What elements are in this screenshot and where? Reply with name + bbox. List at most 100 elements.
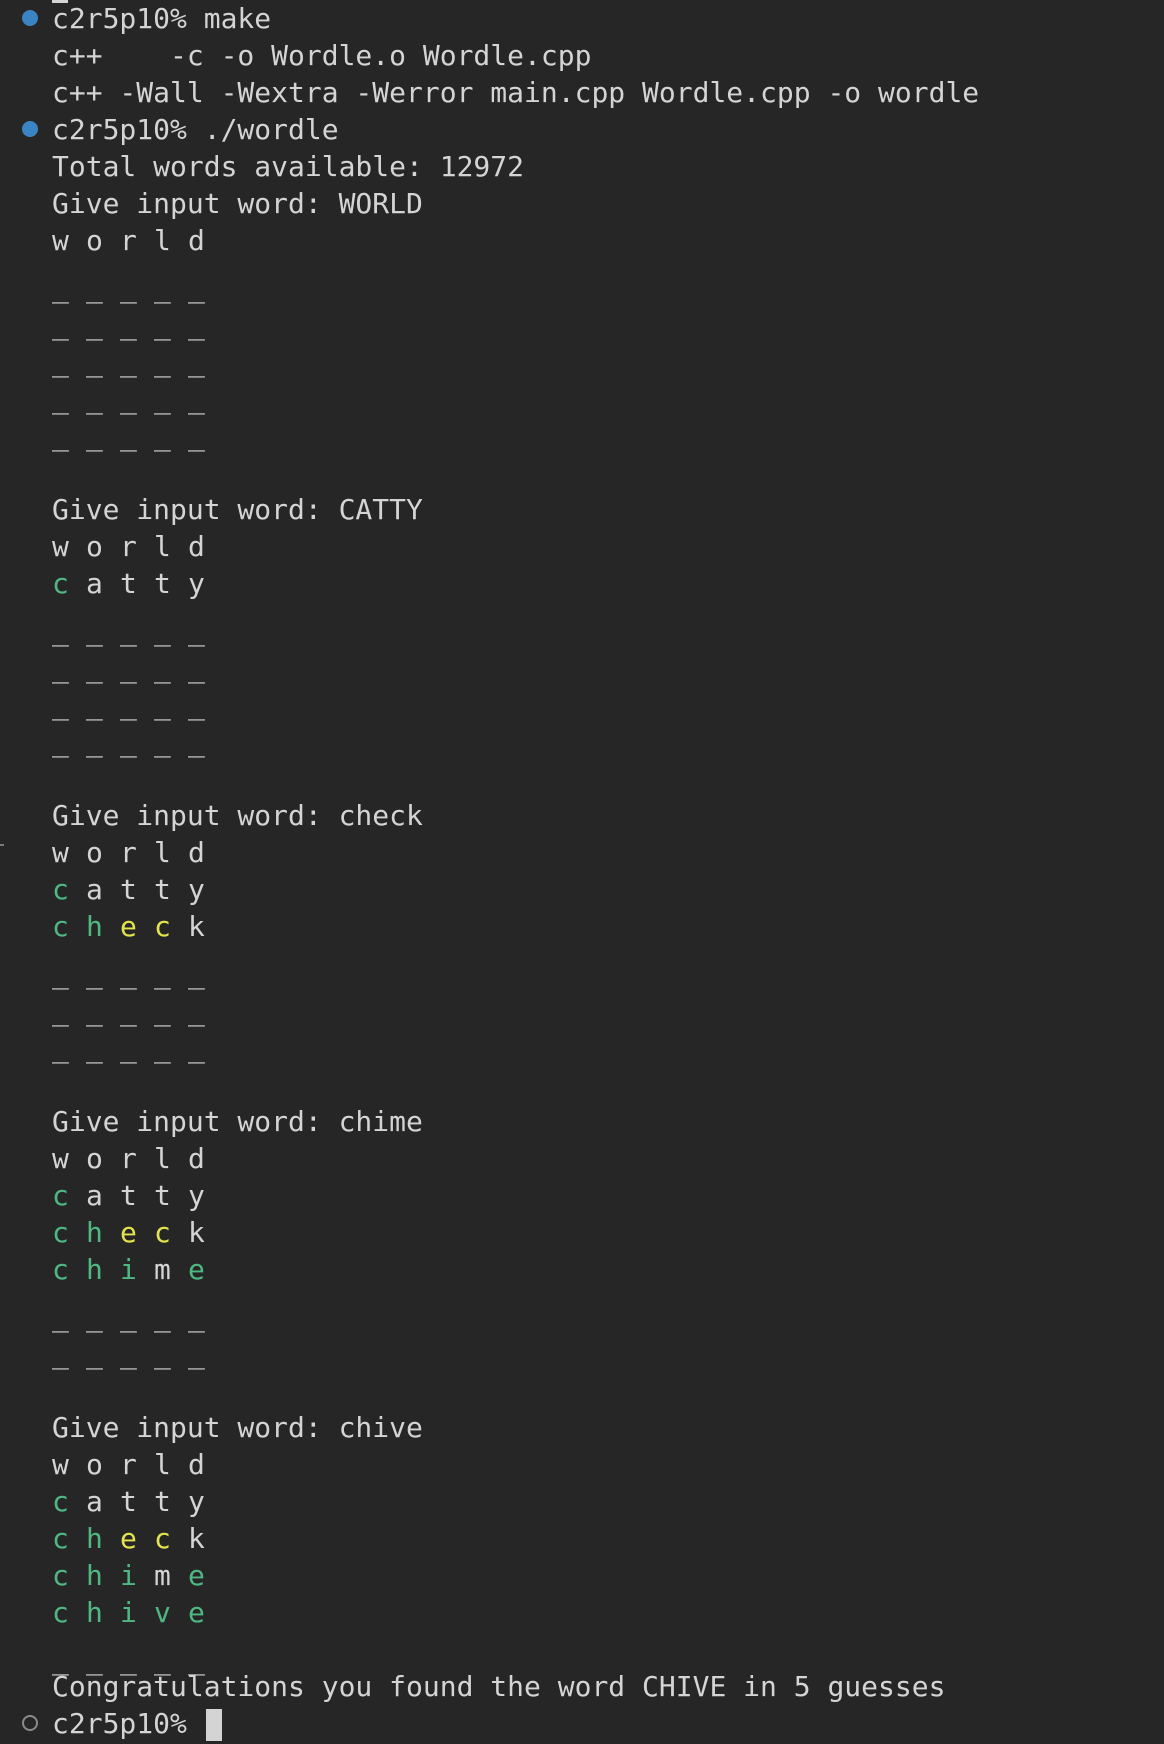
empty-cell: _ bbox=[120, 994, 137, 1027]
command-line-current[interactable]: c2r5p10% bbox=[52, 1705, 222, 1742]
empty-cell: _ bbox=[154, 994, 171, 1027]
input-word: chive bbox=[338, 1411, 423, 1444]
empty-guess-row: _ _ _ _ _ bbox=[52, 1029, 222, 1066]
input-prompt-line: Give input word: chive bbox=[52, 1409, 423, 1446]
empty-cell: _ bbox=[52, 651, 69, 684]
letter-cell: t bbox=[154, 567, 171, 600]
guess-row: world bbox=[52, 222, 222, 259]
empty-cell: _ bbox=[188, 725, 205, 758]
letter-cell: r bbox=[120, 1142, 137, 1175]
letter-cell: r bbox=[120, 530, 137, 563]
command-success-dot-icon[interactable] bbox=[22, 10, 38, 26]
input-prompt-line: Give input word: check bbox=[52, 797, 423, 834]
input-prompt-label: Give input word: bbox=[52, 1105, 339, 1138]
guess-row: chime bbox=[52, 1251, 222, 1288]
empty-cell: _ bbox=[188, 1337, 205, 1370]
empty-guess-row: _ _ _ _ _ bbox=[52, 686, 222, 723]
empty-cell: _ bbox=[52, 1031, 69, 1064]
letter-cell: k bbox=[188, 1216, 205, 1249]
letter-cell: i bbox=[120, 1559, 137, 1592]
letter-cell: m bbox=[154, 1559, 171, 1592]
empty-cell: _ bbox=[52, 994, 69, 1027]
guess-row: world bbox=[52, 528, 222, 565]
empty-cell: _ bbox=[188, 271, 205, 304]
empty-cell: _ bbox=[52, 308, 69, 341]
empty-cell: _ bbox=[120, 1300, 137, 1333]
guess-row: world bbox=[52, 1140, 222, 1177]
letter-cell: l bbox=[154, 530, 171, 563]
letter-cell: w bbox=[52, 1448, 69, 1481]
prompt-text: c2r5p10% bbox=[52, 2, 187, 35]
empty-cell: _ bbox=[52, 271, 69, 304]
guess-row: check bbox=[52, 1214, 222, 1251]
command-pending-dot-icon[interactable] bbox=[22, 1715, 38, 1731]
input-prompt-label: Give input word: bbox=[52, 1411, 339, 1444]
empty-cell: _ bbox=[86, 382, 103, 415]
letter-cell: c bbox=[52, 873, 69, 906]
letter-cell: h bbox=[86, 1596, 103, 1629]
letter-cell: c bbox=[52, 1596, 69, 1629]
empty-cell: _ bbox=[188, 308, 205, 341]
letter-cell: h bbox=[86, 1216, 103, 1249]
letter-cell: w bbox=[52, 224, 69, 257]
letter-cell: r bbox=[120, 224, 137, 257]
input-prompt-line: Give input word: CATTY bbox=[52, 491, 423, 528]
letter-cell: o bbox=[86, 836, 103, 869]
empty-cell: _ bbox=[120, 382, 137, 415]
empty-cell: _ bbox=[154, 271, 171, 304]
empty-cell: _ bbox=[86, 1300, 103, 1333]
letter-cell: t bbox=[154, 873, 171, 906]
empty-guess-row: _ _ _ _ _ bbox=[52, 1298, 222, 1335]
letter-cell: v bbox=[154, 1596, 171, 1629]
letter-cell: t bbox=[120, 873, 137, 906]
build-output-line: c++ -Wall -Wextra -Werror main.cpp Wordl… bbox=[52, 76, 980, 109]
empty-cell: _ bbox=[120, 957, 137, 990]
letter-cell: i bbox=[120, 1596, 137, 1629]
empty-cell: _ bbox=[120, 688, 137, 721]
letter-cell: t bbox=[154, 1179, 171, 1212]
empty-guess-row: _ _ _ _ _ bbox=[52, 992, 222, 1029]
letter-cell: o bbox=[86, 530, 103, 563]
letter-cell: l bbox=[154, 1448, 171, 1481]
empty-cell: _ bbox=[120, 1337, 137, 1370]
empty-guess-row: _ _ _ _ _ bbox=[52, 269, 222, 306]
sash-tick bbox=[0, 844, 4, 846]
empty-cell: _ bbox=[86, 308, 103, 341]
command-text: make bbox=[203, 2, 272, 35]
letter-cell: a bbox=[86, 1179, 103, 1212]
empty-cell: _ bbox=[154, 419, 171, 452]
input-prompt-label: Give input word: bbox=[52, 187, 339, 220]
empty-cell: _ bbox=[86, 345, 103, 378]
letter-cell: h bbox=[86, 1522, 103, 1555]
empty-cell: _ bbox=[86, 419, 103, 452]
input-word: chime bbox=[338, 1105, 423, 1138]
guess-row: chime bbox=[52, 1557, 222, 1594]
letter-cell: e bbox=[188, 1253, 205, 1286]
empty-cell: _ bbox=[52, 419, 69, 452]
empty-cell: _ bbox=[52, 725, 69, 758]
letter-cell: t bbox=[120, 1485, 137, 1518]
prompt-text: c2r5p10% bbox=[52, 1707, 187, 1740]
empty-cell: _ bbox=[120, 308, 137, 341]
guess-row: world bbox=[52, 834, 222, 871]
empty-cell: _ bbox=[52, 688, 69, 721]
letter-cell: o bbox=[86, 224, 103, 257]
empty-cell: _ bbox=[52, 614, 69, 647]
empty-cell: _ bbox=[188, 651, 205, 684]
empty-cell: _ bbox=[120, 651, 137, 684]
empty-cell: _ bbox=[86, 271, 103, 304]
letter-cell: d bbox=[188, 1448, 205, 1481]
letter-cell: i bbox=[120, 1253, 137, 1286]
empty-cell: _ bbox=[154, 1031, 171, 1064]
letter-cell: y bbox=[188, 873, 205, 906]
empty-cell: _ bbox=[86, 688, 103, 721]
letter-cell: r bbox=[120, 1448, 137, 1481]
input-word: CATTY bbox=[338, 493, 423, 526]
letter-cell: a bbox=[86, 873, 103, 906]
command-success-dot-icon[interactable] bbox=[22, 121, 38, 137]
letter-cell: o bbox=[86, 1142, 103, 1175]
empty-cell: _ bbox=[86, 614, 103, 647]
guess-row: catty bbox=[52, 1177, 222, 1214]
empty-guess-row: _ _ _ _ _ bbox=[52, 612, 222, 649]
terminal-panel[interactable]: c2r5p10% make c++ -c -o Wordle.o Wordle.… bbox=[0, 0, 1164, 1744]
